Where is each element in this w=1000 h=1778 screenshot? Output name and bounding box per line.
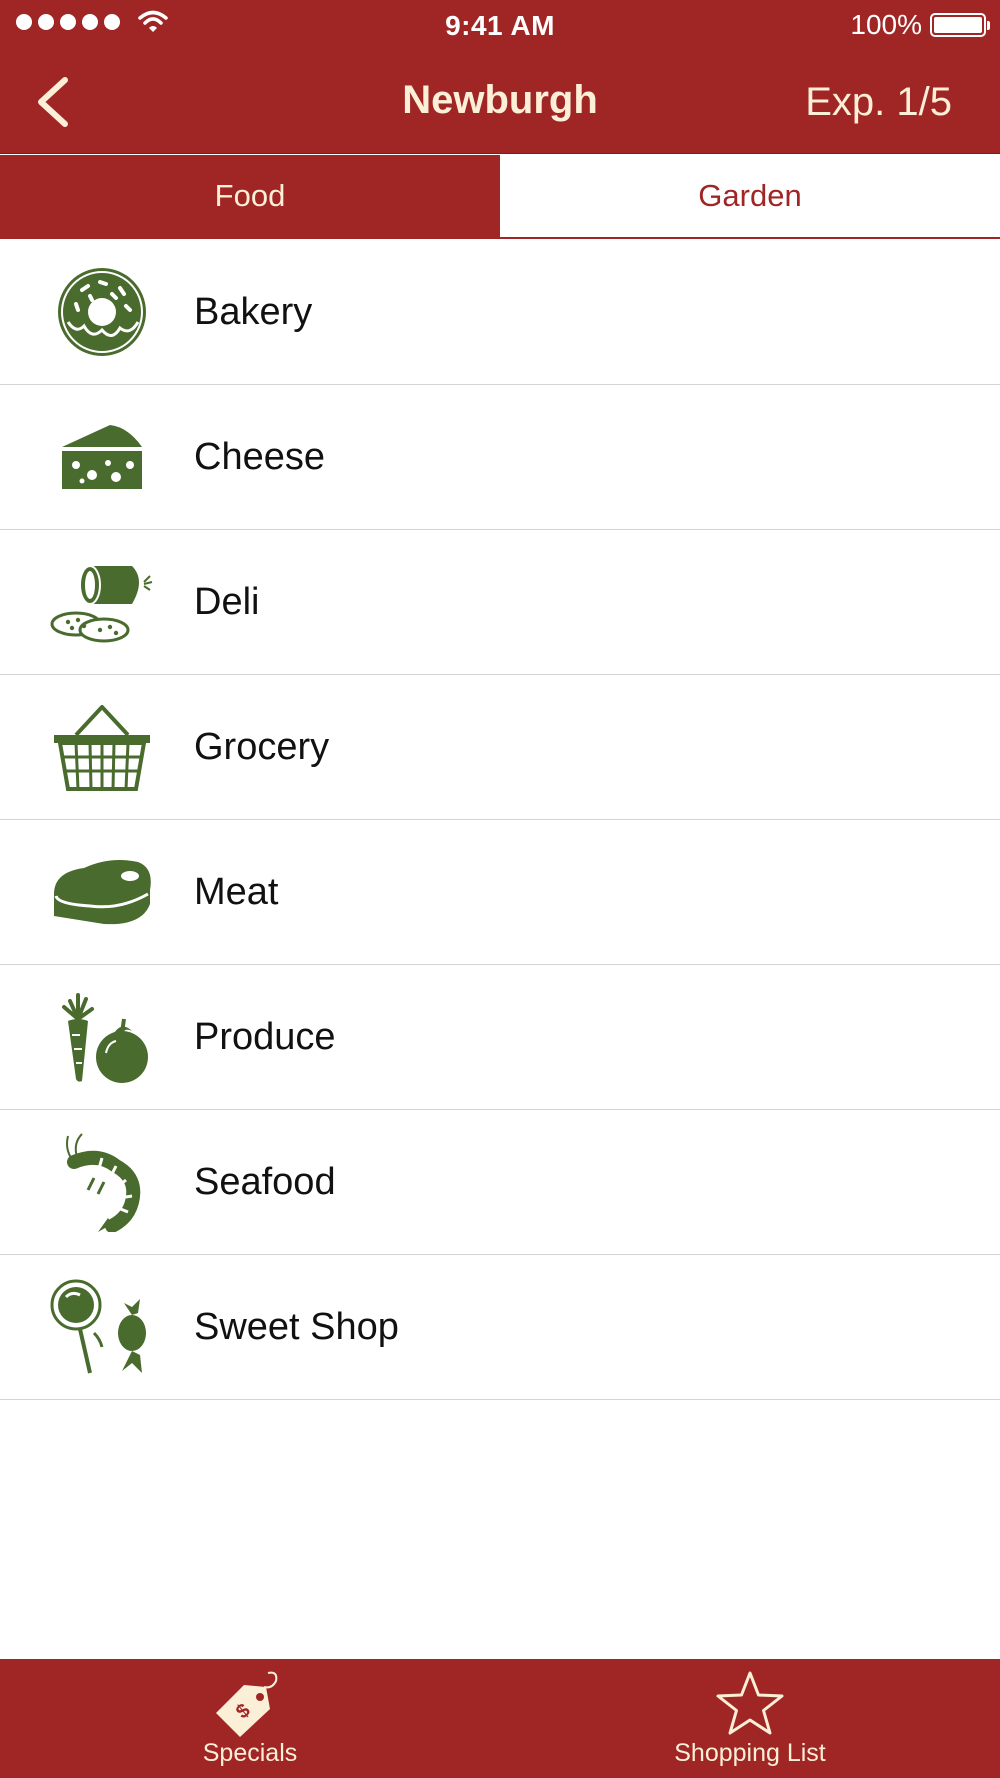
- tab-specials[interactable]: $ Specials: [0, 1659, 500, 1778]
- steak-icon: [47, 837, 157, 947]
- list-item-deli[interactable]: Deli: [0, 530, 1000, 675]
- category-label: Sweet Shop: [194, 1305, 399, 1348]
- battery-status: 100%: [850, 9, 990, 41]
- list-item-sweet-shop[interactable]: Sweet Shop: [0, 1255, 1000, 1400]
- list-item-meat[interactable]: Meat: [0, 820, 1000, 965]
- category-label: Meat: [194, 870, 279, 913]
- basket-icon: [47, 692, 157, 802]
- navigation-bar: Newburgh Exp. 1/5: [0, 50, 1000, 154]
- tab-label: Shopping List: [674, 1739, 826, 1767]
- status-bar: 9:41 AM 100%: [0, 0, 1000, 50]
- category-label: Grocery: [194, 725, 330, 768]
- category-label: Seafood: [194, 1160, 336, 1203]
- list-item-produce[interactable]: Produce: [0, 965, 1000, 1110]
- battery-percent: 100%: [850, 9, 922, 40]
- category-tabs: Food Garden: [0, 155, 1000, 239]
- tab-garden[interactable]: Garden: [500, 155, 1000, 237]
- carrot-tomato-icon: [47, 982, 157, 1092]
- list-item-seafood[interactable]: Seafood: [0, 1110, 1000, 1255]
- bottom-tab-bar: $ Specials Shopping List: [0, 1659, 1000, 1778]
- category-list: Bakery Cheese Deli Grocery Meat Produce …: [0, 240, 1000, 1400]
- battery-icon: [930, 13, 990, 37]
- tab-shopping-list[interactable]: Shopping List: [500, 1659, 1000, 1778]
- list-item-grocery[interactable]: Grocery: [0, 675, 1000, 820]
- lollipop-candy-icon: [47, 1272, 157, 1382]
- donut-icon: [47, 257, 157, 367]
- category-label: Produce: [194, 1015, 336, 1058]
- list-item-cheese[interactable]: Cheese: [0, 385, 1000, 530]
- shrimp-icon: [47, 1127, 157, 1237]
- price-tag-icon: $: [0, 1671, 500, 1741]
- category-label: Deli: [194, 580, 260, 623]
- category-label: Cheese: [194, 435, 325, 478]
- category-label: Bakery: [194, 290, 313, 333]
- star-icon: [500, 1671, 1000, 1737]
- expiry-button[interactable]: Exp. 1/5: [805, 80, 952, 125]
- list-item-bakery[interactable]: Bakery: [0, 240, 1000, 385]
- cheese-icon: [47, 402, 157, 512]
- tab-food[interactable]: Food: [0, 155, 500, 237]
- salami-icon: [47, 547, 157, 657]
- tab-label: Specials: [202, 1739, 298, 1767]
